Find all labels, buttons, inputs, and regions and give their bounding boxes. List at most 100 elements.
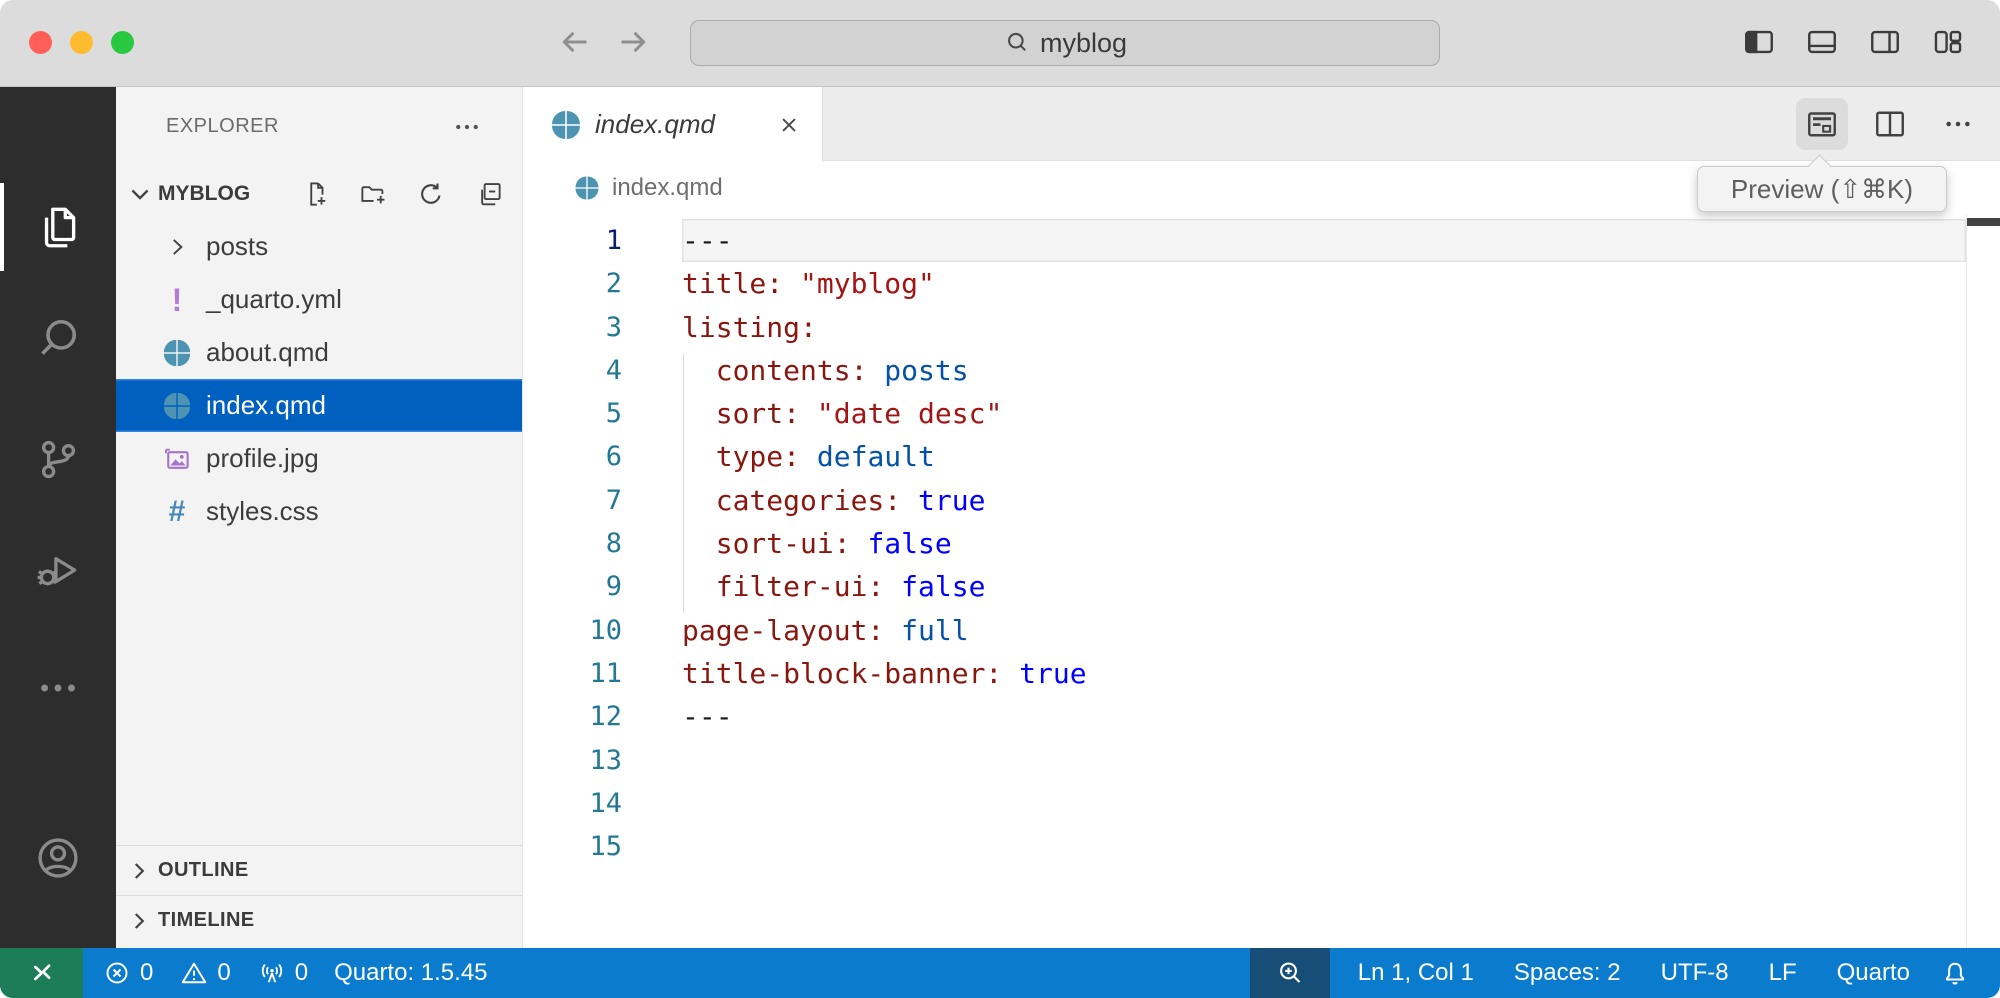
line-number: 13: [523, 739, 622, 782]
workspace-section-myblog[interactable]: MYBLOG: [116, 167, 522, 220]
status-encoding[interactable]: UTF-8: [1641, 948, 1749, 998]
code-lines: 1---2title: "myblog"3listing:4 contents:…: [523, 219, 2000, 868]
ellipsis-gray-icon: [35, 665, 81, 711]
error-icon: [102, 958, 132, 988]
tooltip-text: Preview (⇧⌘K): [1731, 174, 1913, 205]
file-label: _quarto.yml: [206, 284, 342, 315]
line-number: 6: [523, 435, 622, 478]
remote-indicator[interactable]: [0, 948, 83, 998]
minimize-window-button[interactable]: [70, 31, 93, 54]
code-line-3: 3listing:: [523, 306, 2000, 349]
account-icon: [33, 833, 83, 883]
bell-icon[interactable]: [1940, 958, 1970, 988]
status-ports[interactable]: 0: [244, 948, 321, 998]
sidebar-section-outline[interactable]: OUTLINE: [116, 845, 522, 895]
file-label: index.qmd: [206, 390, 326, 421]
status-eol[interactable]: LF: [1749, 948, 1817, 998]
workspace-name: MYBLOG: [158, 182, 250, 206]
customize-layout-icon[interactable]: [1931, 25, 1965, 59]
code-text: categories: true: [682, 479, 1966, 522]
status-cursor-position[interactable]: Ln 1, Col 1: [1338, 948, 1494, 998]
split-editor-icon[interactable]: [1864, 98, 1916, 150]
new-file-icon[interactable]: [300, 179, 330, 209]
preview-icon[interactable]: [1796, 98, 1848, 150]
code-line-7: 7 categories: true: [523, 479, 2000, 522]
code-line-15: 15: [523, 825, 2000, 868]
status-left: 000Quarto: 1.5.45: [0, 948, 501, 998]
activity-item-more[interactable]: [0, 640, 116, 736]
status-language-mode[interactable]: Quarto: [1817, 948, 1930, 998]
file-label: posts: [206, 231, 268, 262]
line-number: 3: [523, 306, 622, 349]
section-label: OUTLINE: [158, 859, 249, 882]
sidebar-header: EXPLORER: [116, 100, 522, 153]
close-icon[interactable]: [774, 110, 804, 140]
sidebar-section-timeline[interactable]: TIMELINE: [116, 895, 522, 945]
sidebar-file-profile.jpg[interactable]: profile.jpg: [116, 432, 522, 485]
chevron-right-icon: [158, 234, 196, 260]
new-folder-icon[interactable]: [358, 179, 388, 209]
activity-item-source-control[interactable]: [0, 411, 116, 507]
sidebar-file-styles.css[interactable]: #styles.css: [116, 485, 522, 538]
status-problems-warnings[interactable]: 0: [166, 948, 243, 998]
status-problems-errors[interactable]: 0: [89, 948, 166, 998]
tab-bar: index.qmd: [523, 87, 2000, 161]
file-label: styles.css: [206, 496, 319, 527]
overview-ruler-cursor-mark: [1967, 218, 2000, 226]
command-center-search[interactable]: myblog: [690, 20, 1440, 66]
activity-item-search[interactable]: [0, 290, 116, 386]
code-line-5: 5 sort: "date desc": [523, 392, 2000, 435]
code-text: ---: [682, 695, 1966, 738]
warning-icon: [179, 958, 209, 988]
activity-item-explorer[interactable]: [0, 179, 116, 275]
line-number: 5: [523, 392, 622, 435]
scrollbar[interactable]: [1966, 214, 1967, 948]
code-text: [682, 782, 1966, 825]
line-number: 4: [523, 349, 622, 392]
image-icon: [158, 444, 196, 474]
zoom-indicator[interactable]: [1250, 948, 1330, 998]
forward-icon[interactable]: [616, 24, 652, 60]
explorer-sidebar: EXPLORER MYBLOG posts !_quarto.ymlabout.q…: [116, 87, 523, 948]
toggle-secondary-sidebar-icon[interactable]: [1868, 25, 1902, 59]
close-window-button[interactable]: [29, 31, 52, 54]
code-line-9: 9 filter-ui: false: [523, 565, 2000, 608]
activity-item-run-debug[interactable]: [0, 519, 116, 615]
code-editor[interactable]: 1---2title: "myblog"3listing:4 contents:…: [523, 214, 2000, 948]
refresh-icon[interactable]: [416, 179, 446, 209]
status-quarto-version[interactable]: Quarto: 1.5.45: [321, 948, 500, 998]
ellipsis-icon[interactable]: [452, 112, 482, 142]
quarto-icon: [158, 337, 196, 369]
remote-icon: [26, 957, 58, 989]
line-number: 11: [523, 652, 622, 695]
zoom-window-button[interactable]: [111, 31, 134, 54]
toggle-primary-sidebar-icon[interactable]: [1742, 25, 1776, 59]
tab-label: index.qmd: [595, 109, 715, 140]
toggle-panel-icon[interactable]: [1805, 25, 1839, 59]
sidebar-file-about.qmd[interactable]: about.qmd: [116, 326, 522, 379]
titlebar-layout-controls: [1742, 25, 1965, 59]
zoom-in-icon: [1275, 958, 1305, 988]
code-text: [682, 739, 1966, 782]
more-actions-icon[interactable]: [1932, 98, 1984, 150]
titlebar: myblog: [0, 0, 2000, 87]
sidebar-file-index.qmd[interactable]: index.qmd: [116, 379, 522, 432]
back-icon[interactable]: [556, 24, 592, 60]
status-indentation[interactable]: Spaces: 2: [1494, 948, 1641, 998]
collapse-all-icon[interactable]: [474, 179, 504, 209]
quarto-icon: [158, 390, 196, 422]
sidebar-file-_quarto.yml[interactable]: !_quarto.yml: [116, 273, 522, 326]
sidebar-file-posts[interactable]: posts: [116, 220, 522, 273]
code-text: title-block-banner: true: [682, 652, 1966, 695]
code-line-4: 4 contents: posts: [523, 349, 2000, 392]
file-list: posts !_quarto.ymlabout.qmd index.qmd profi…: [116, 220, 522, 538]
code-text: title: "myblog": [682, 262, 1966, 305]
tab-index-qmd[interactable]: index.qmd: [523, 87, 823, 162]
code-text: type: default: [682, 435, 1966, 478]
code-line-12: 12---: [523, 695, 2000, 738]
activity-bar: 1: [0, 87, 116, 948]
activity-item-accounts[interactable]: [0, 810, 116, 906]
code-line-6: 6 type: default: [523, 435, 2000, 478]
editor-group: index.qmd index.qmd 1---2title: "myblog"…: [523, 87, 2000, 948]
code-line-8: 8 sort-ui: false: [523, 522, 2000, 565]
